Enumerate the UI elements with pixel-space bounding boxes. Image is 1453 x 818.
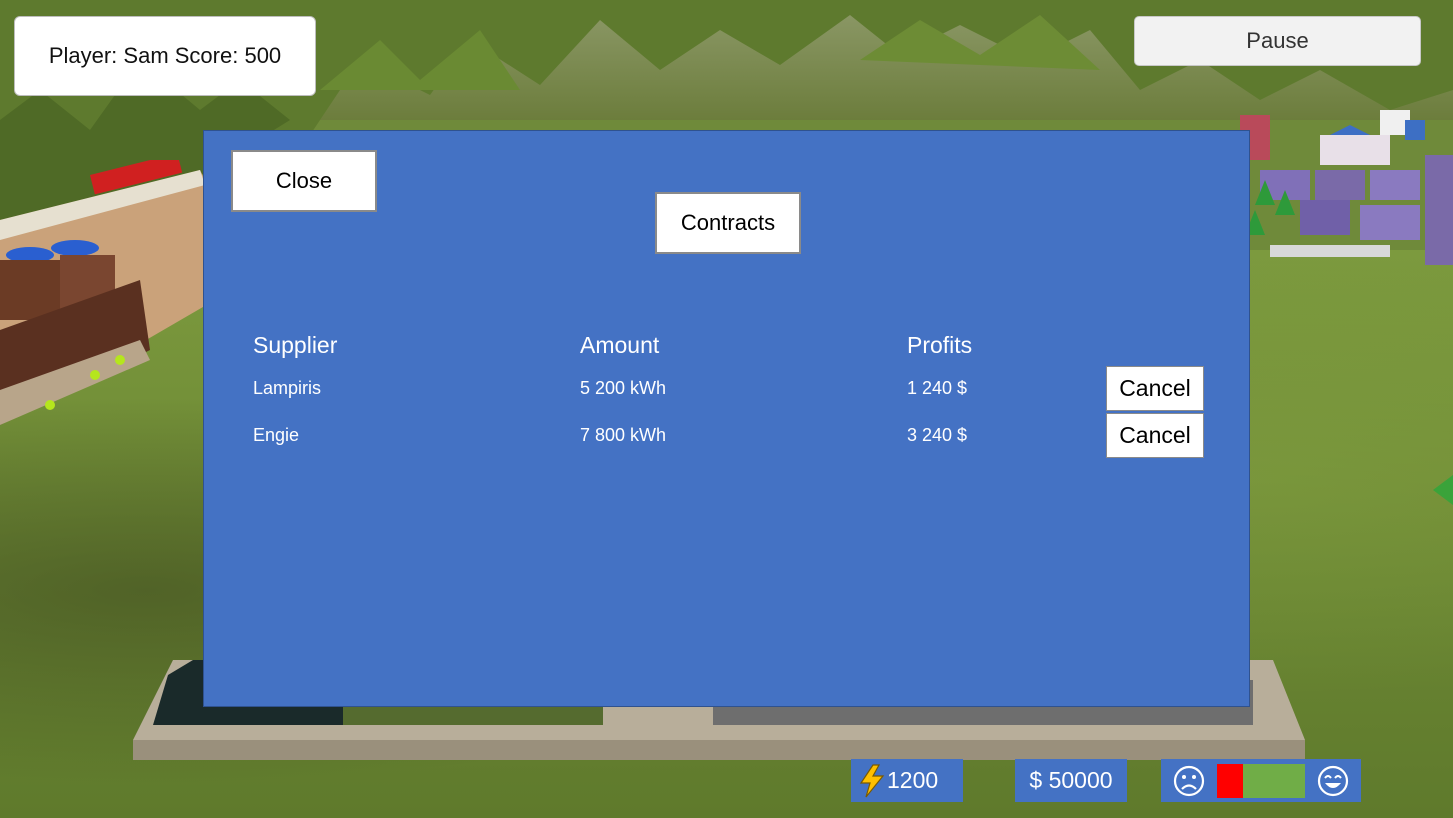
panel-title: Contracts [655, 192, 801, 254]
row-2-amount: 7 800 kWh [580, 425, 667, 445]
panel-title-text: Contracts [680, 210, 776, 235]
satisfaction-bar-low [1217, 763, 1243, 798]
laughing-face-icon [1317, 765, 1349, 796]
residential-town [1240, 110, 1453, 265]
player-score-text: Player: Sam Score: 500 [48, 43, 282, 68]
column-header-profits: Profits [907, 332, 973, 358]
pause-button[interactable]: Pause [1134, 16, 1421, 66]
row-2-cancel-label: Cancel [1119, 422, 1191, 448]
row-1-cancel-label: Cancel [1119, 375, 1191, 401]
row-2-cancel-button[interactable]: Cancel [1106, 413, 1204, 458]
energy-value: 1200 [887, 767, 939, 793]
factory-complex [0, 160, 215, 425]
close-label: Close [275, 168, 333, 193]
row-1-profits: 1 240 $ [907, 378, 968, 398]
pause-label: Pause [1246, 28, 1309, 53]
row-2-profits: 3 240 $ [907, 425, 968, 445]
close-button[interactable]: Close [231, 150, 377, 212]
column-header-supplier: Supplier [253, 332, 338, 358]
row-1-cancel-button[interactable]: Cancel [1106, 366, 1204, 411]
tree [1433, 475, 1453, 505]
money-display: $ 50000 [1015, 759, 1127, 802]
satisfaction-bar [1217, 763, 1305, 798]
energy-display: 1200 [851, 759, 963, 802]
satisfaction-meter [1161, 759, 1361, 802]
contracts-panel: Close Contracts Supplier Amount Profits … [203, 130, 1250, 707]
row-1-amount: 5 200 kWh [580, 378, 667, 398]
satisfaction-bar-high [1243, 763, 1305, 798]
money-value: $ 50000 [1029, 767, 1113, 793]
sad-face-icon [1173, 765, 1205, 796]
lightning-icon [859, 763, 885, 797]
player-score-display: Player: Sam Score: 500 [14, 16, 316, 96]
row-1-supplier: Lampiris [253, 378, 322, 398]
column-header-amount: Amount [580, 332, 660, 358]
row-2-supplier: Engie [253, 425, 300, 445]
